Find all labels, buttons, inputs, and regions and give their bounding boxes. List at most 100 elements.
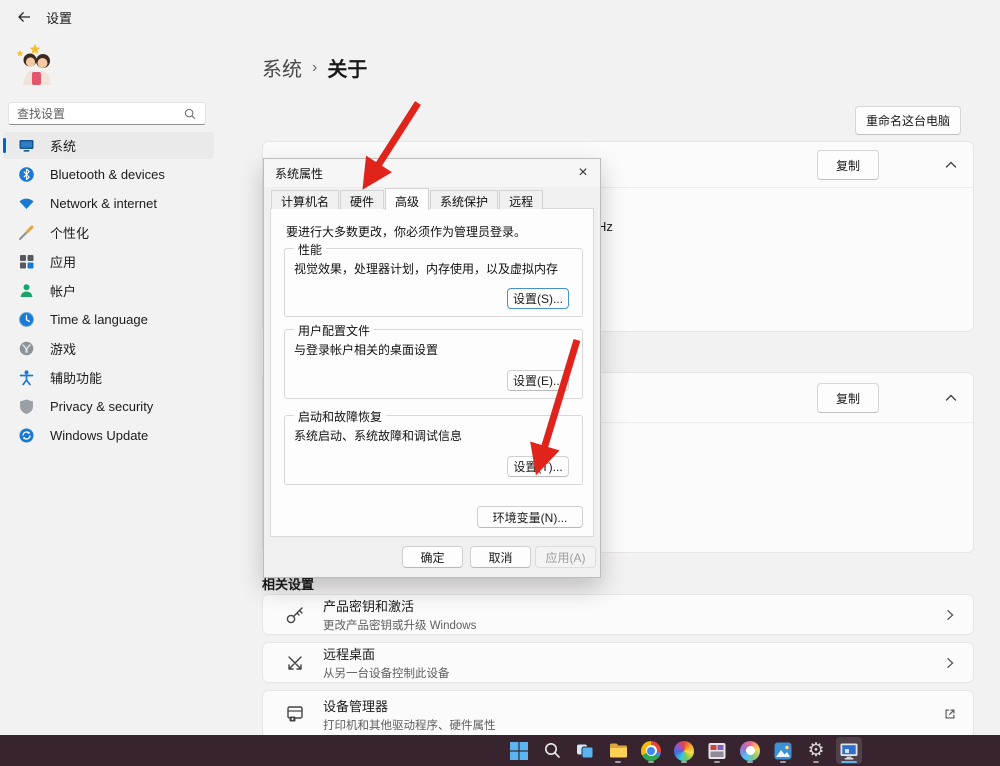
tab-remote[interactable]: 远程 [499, 190, 543, 209]
sidebar-item-apps[interactable]: 应用 [3, 248, 214, 275]
user-profiles-settings-button[interactable]: 设置(E)... [507, 370, 569, 391]
sidebar-item-gaming[interactable]: 游戏 [3, 335, 214, 362]
bluetooth-icon [18, 166, 35, 183]
update-icon [18, 427, 35, 444]
chevron-up-icon[interactable] [943, 390, 959, 406]
related-row-texts: 远程桌面 从另一台设备控制此设备 [323, 644, 943, 681]
environment-variables-button[interactable]: 环境变量(N)... [477, 506, 583, 528]
wifi-icon [18, 195, 35, 212]
accessibility-icon [18, 369, 35, 386]
sidebar-item-system[interactable]: 系统 [3, 132, 214, 159]
key-icon [285, 605, 305, 625]
remote-desktop-icon [285, 653, 305, 673]
tab-advanced[interactable]: 高级 [385, 188, 429, 210]
tab-computer-name[interactable]: 计算机名 [271, 190, 339, 209]
page-title: 关于 [327, 53, 367, 82]
related-row-activation[interactable]: 产品密钥和激活 更改产品密钥或升级 Windows [262, 594, 974, 635]
tab-hardware[interactable]: 硬件 [340, 190, 384, 209]
close-icon[interactable]: × [570, 161, 596, 184]
paint-app-button[interactable] [737, 737, 763, 764]
chrome-icon [641, 741, 661, 761]
person-icon [18, 282, 35, 299]
performance-group-desc: 视觉效果，处理器计划，内存使用，以及虚拟内存 [294, 260, 558, 277]
ok-button[interactable]: 确定 [402, 546, 463, 568]
paint-palette-icon [740, 741, 760, 761]
app-title: 设置 [46, 8, 72, 27]
rename-pc-button[interactable]: 重命名这台电脑 [855, 106, 961, 135]
running-indicator [681, 761, 687, 764]
sidebar-item-label: Time & language [50, 312, 148, 327]
running-indicator [714, 761, 720, 764]
chevron-right-icon [943, 608, 957, 622]
admin-note: 要进行大多数更改，你必须作为管理员登录。 [286, 223, 526, 240]
sidebar-item-privacy[interactable]: Privacy & security [3, 393, 214, 420]
external-link-icon [943, 707, 957, 721]
breadcrumb-system[interactable]: 系统 [262, 53, 302, 82]
system-icon [18, 137, 35, 154]
pinwheel-browser-button[interactable] [671, 737, 697, 764]
browser-pinwheel-icon [674, 741, 694, 761]
sidebar-item-label: Network & internet [50, 196, 157, 211]
sidebar-item-accessibility[interactable]: 辅助功能 [3, 364, 214, 391]
sidebar-item-accounts[interactable]: 帐户 [3, 277, 214, 304]
tab-system-protection[interactable]: 系统保护 [430, 190, 498, 209]
sidebar-item-label: Privacy & security [50, 399, 153, 414]
running-indicator [615, 761, 621, 764]
startup-recovery-settings-button[interactable]: 设置(T)... [507, 456, 569, 477]
taskbar-icons: ⚙ [506, 737, 862, 764]
task-view-icon [575, 741, 595, 761]
taskbar: ⚙ [0, 735, 1000, 766]
user-profiles-group-title: 用户配置文件 [294, 322, 374, 339]
file-explorer-button[interactable] [605, 737, 631, 764]
settings-app-button[interactable]: ⚙ [803, 737, 829, 764]
startup-recovery-group: 启动和故障恢复 系统启动、系统故障和调试信息 设置(T)... [284, 415, 583, 485]
task-view-button[interactable] [572, 737, 598, 764]
chrome-button[interactable] [638, 737, 664, 764]
sidebar-item-time-language[interactable]: Time & language [3, 306, 214, 333]
sidebar-item-personalization[interactable]: 个性化 [3, 219, 214, 246]
sidebar-item-bluetooth[interactable]: Bluetooth & devices [3, 161, 214, 188]
taskbar-search[interactable] [539, 737, 565, 764]
sidebar-item-label: Windows Update [50, 428, 148, 443]
startup-recovery-group-desc: 系统启动、系统故障和调试信息 [294, 427, 462, 444]
start-button[interactable] [506, 737, 532, 764]
shield-icon [18, 398, 35, 415]
sidebar-item-label: 帐户 [50, 281, 76, 300]
sidebar-item-label: 系统 [50, 136, 76, 155]
search-input[interactable] [17, 107, 183, 121]
related-row-title: 远程桌面 [323, 644, 943, 663]
system-properties-taskbar-button[interactable] [836, 737, 862, 764]
chevron-up-icon[interactable] [943, 157, 959, 173]
search-icon [183, 107, 197, 121]
related-row-subtitle: 打印机和其他驱动程序、硬件属性 [323, 717, 943, 733]
related-row-device-manager[interactable]: 设备管理器 打印机和其他驱动程序、硬件属性 [262, 690, 974, 738]
sidebar-item-network[interactable]: Network & internet [3, 190, 214, 217]
performance-group-title: 性能 [294, 241, 326, 258]
related-row-texts: 设备管理器 打印机和其他驱动程序、硬件属性 [323, 696, 943, 733]
apps-grid-icon [18, 253, 35, 270]
device-manager-icon [285, 704, 305, 724]
apply-button: 应用(A) [535, 546, 596, 568]
photos-app-button[interactable] [770, 737, 796, 764]
dialog-titlebar[interactable]: 系统属性 × [264, 159, 600, 187]
running-indicator [780, 761, 786, 764]
settings-window: 设置 系统 Bluetooth & devices Network & inte… [0, 0, 1000, 766]
copy-button[interactable]: 复制 [817, 383, 879, 413]
photos-icon [773, 741, 793, 761]
search-box[interactable] [8, 102, 206, 125]
user-avatar[interactable] [15, 40, 59, 86]
sidebar: 系统 Bluetooth & devices Network & interne… [0, 131, 222, 451]
back-arrow-icon[interactable] [16, 9, 32, 25]
copy-button[interactable]: 复制 [817, 150, 879, 180]
app-window-button[interactable] [704, 737, 730, 764]
system-properties-icon [838, 740, 860, 762]
related-row-texts: 产品密钥和激活 更改产品密钥或升级 Windows [323, 596, 943, 633]
user-profiles-group-desc: 与登录帐户相关的桌面设置 [294, 341, 438, 358]
xbox-icon [18, 340, 35, 357]
sidebar-item-windows-update[interactable]: Windows Update [3, 422, 214, 449]
related-row-remote-desktop[interactable]: 远程桌面 从另一台设备控制此设备 [262, 642, 974, 683]
related-row-title: 设备管理器 [323, 696, 943, 715]
running-indicator [648, 761, 654, 764]
cancel-button[interactable]: 取消 [470, 546, 531, 568]
performance-settings-button[interactable]: 设置(S)... [507, 288, 569, 309]
